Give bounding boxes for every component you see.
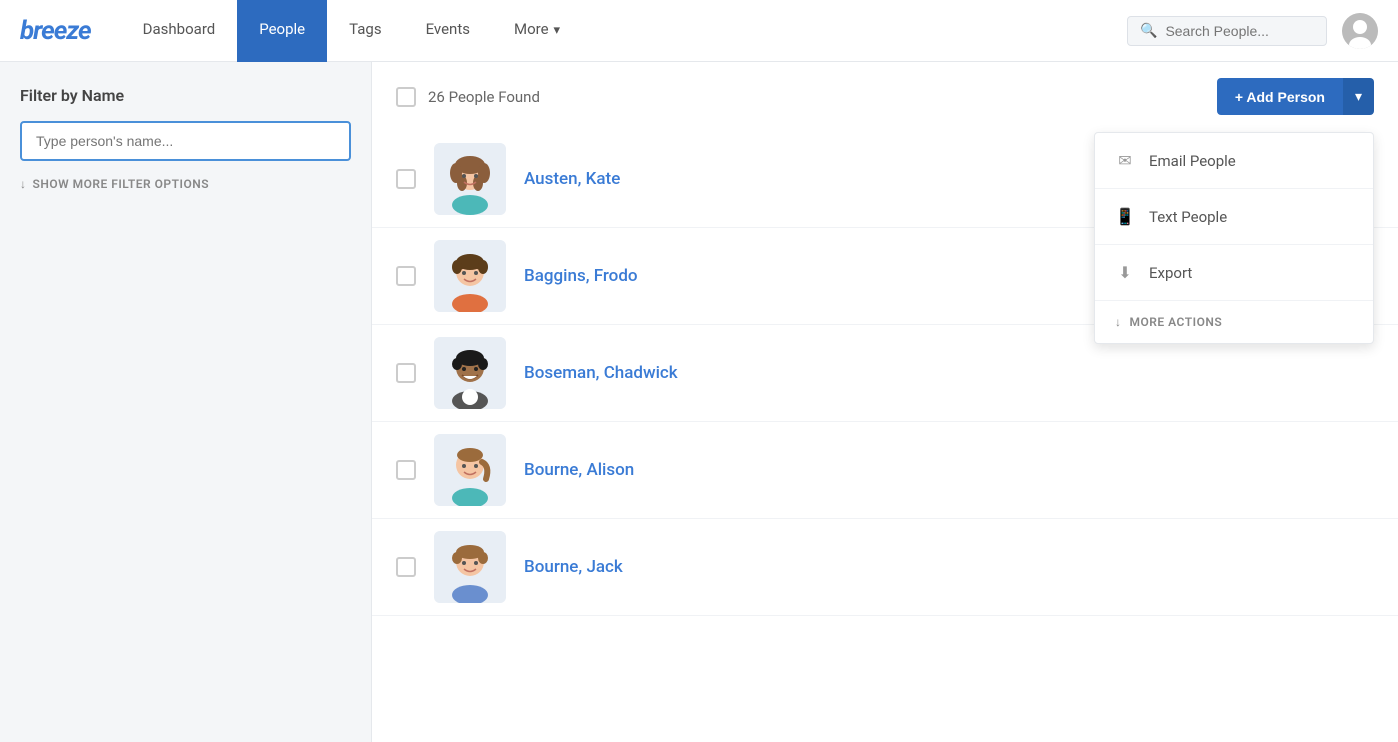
person-checkbox[interactable] <box>396 266 416 286</box>
header-right: 🔍 <box>1127 13 1378 49</box>
text-people-item[interactable]: 📱 Text People <box>1095 189 1373 245</box>
person-checkbox[interactable] <box>396 557 416 577</box>
person-name[interactable]: Baggins, Frodo <box>524 266 638 286</box>
email-people-item[interactable]: ✉ Email People <box>1095 133 1373 189</box>
arrow-down-icon-more: ↓ <box>1115 315 1122 329</box>
main-nav: Dashboard People Tags Events More <box>121 0 1127 62</box>
top-bar: 26 People Found + Add Person ▾ <box>372 62 1398 131</box>
show-more-filters-button[interactable]: ↓ SHOW MORE FILTER OPTIONS <box>20 177 351 191</box>
people-found-section: 26 People Found <box>396 87 540 107</box>
table-row[interactable]: Bourne, Jack <box>372 519 1398 616</box>
avatar <box>434 337 506 409</box>
user-avatar[interactable] <box>1342 13 1378 49</box>
avatar <box>434 143 506 215</box>
arrow-down-icon: ↓ <box>20 177 27 191</box>
export-icon: ⬇ <box>1115 263 1135 282</box>
people-count: 26 People Found <box>428 88 540 106</box>
person-checkbox[interactable] <box>396 169 416 189</box>
filter-by-name-title: Filter by Name <box>20 86 351 105</box>
action-dropdown-menu: ✉ Email People 📱 Text People ⬇ Export ↓ … <box>1094 132 1374 344</box>
person-name[interactable]: Austen, Kate <box>524 169 620 189</box>
app-logo[interactable]: breeze <box>20 16 91 46</box>
add-person-button-group: + Add Person ▾ <box>1217 78 1374 115</box>
select-all-checkbox[interactable] <box>396 87 416 107</box>
main-content: 26 People Found + Add Person ▾ ✉ Email P… <box>372 62 1398 742</box>
name-filter-input[interactable] <box>20 121 351 161</box>
nav-more[interactable]: More <box>492 0 582 62</box>
export-item[interactable]: ⬇ Export <box>1095 245 1373 301</box>
table-row[interactable]: Bourne, Alison <box>372 422 1398 519</box>
search-input[interactable] <box>1165 23 1314 39</box>
nav-dashboard[interactable]: Dashboard <box>121 0 238 62</box>
nav-events[interactable]: Events <box>404 0 492 62</box>
avatar <box>434 531 506 603</box>
search-wrapper[interactable]: 🔍 <box>1127 16 1327 46</box>
search-icon: 🔍 <box>1140 23 1157 39</box>
person-name[interactable]: Boseman, Chadwick <box>524 363 678 383</box>
add-person-main-button[interactable]: + Add Person <box>1217 78 1343 115</box>
chevron-down-icon <box>554 20 561 38</box>
nav-tags[interactable]: Tags <box>327 0 403 62</box>
person-checkbox[interactable] <box>396 363 416 383</box>
sidebar: Filter by Name ↓ SHOW MORE FILTER OPTION… <box>0 62 372 742</box>
avatar <box>434 434 506 506</box>
more-actions-button[interactable]: ↓ MORE ACTIONS <box>1095 301 1373 343</box>
add-person-dropdown-button[interactable]: ▾ <box>1343 78 1374 115</box>
person-name[interactable]: Bourne, Alison <box>524 460 634 480</box>
avatar <box>434 240 506 312</box>
header: breeze Dashboard People Tags Events More… <box>0 0 1398 62</box>
nav-people[interactable]: People <box>237 0 327 62</box>
phone-icon: 📱 <box>1115 207 1135 226</box>
layout: Filter by Name ↓ SHOW MORE FILTER OPTION… <box>0 62 1398 742</box>
email-icon: ✉ <box>1115 151 1135 170</box>
person-name[interactable]: Bourne, Jack <box>524 557 623 577</box>
person-checkbox[interactable] <box>396 460 416 480</box>
